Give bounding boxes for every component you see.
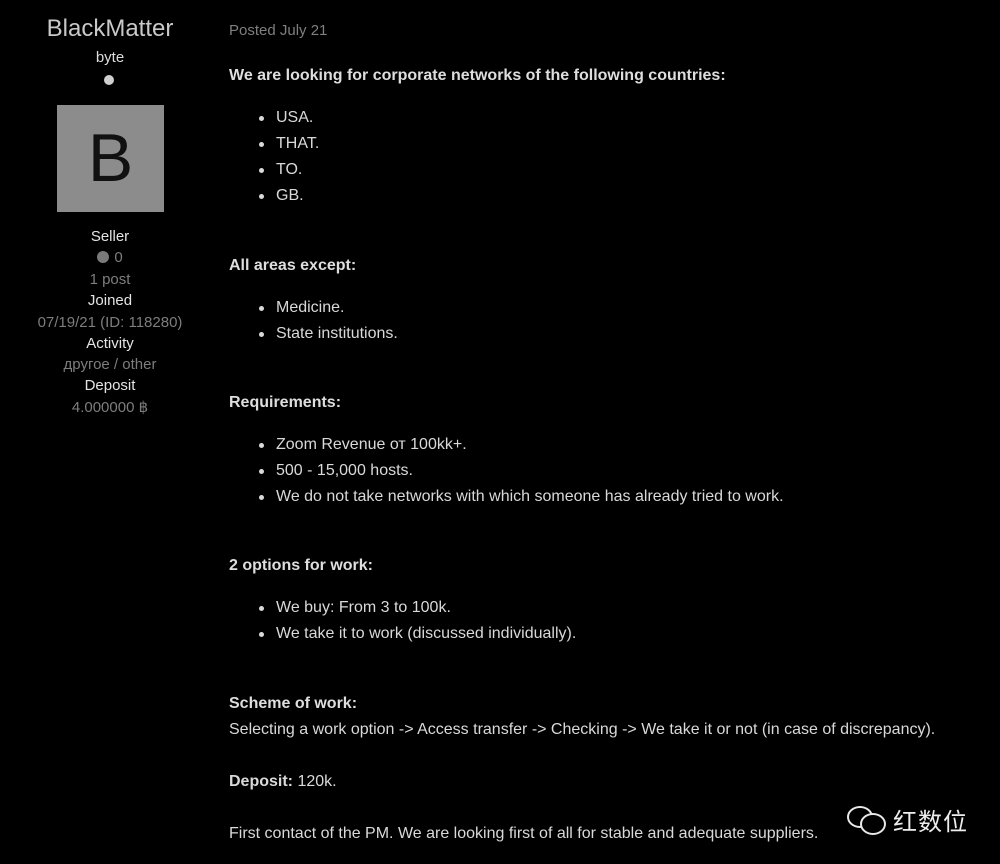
avatar[interactable]: B [57, 105, 164, 212]
options-list: We buy: From 3 to 100k. We take it to wo… [229, 595, 576, 647]
areas-list: Medicine. State institutions. [229, 295, 398, 347]
list-item: We buy: From 3 to 100k. [229, 595, 576, 621]
requirements-heading: Requirements: [229, 394, 342, 411]
watermark-text: 红数位 [893, 808, 968, 836]
scheme-text: Selecting a work option -> Access transf… [229, 721, 936, 738]
author-rank: byte [95, 49, 125, 66]
reputation-icon [97, 251, 110, 263]
activity-value: другое / other [63, 356, 157, 373]
list-item: Medicine. [229, 295, 398, 321]
list-item: TO. [229, 157, 319, 183]
reputation-badge: 0 [0, 249, 220, 267]
list-item: State institutions. [229, 321, 398, 347]
deposit-label: Deposit [84, 377, 136, 394]
deposit-line: Deposit: 120k. [229, 773, 337, 791]
author-post-count: 1 post [89, 271, 131, 288]
options-heading: 2 options for work: [229, 557, 373, 574]
areas-heading: All areas except: [229, 257, 357, 274]
joined-label: Joined [87, 292, 133, 309]
list-item: THAT. [229, 131, 319, 157]
list-item: USA. [229, 105, 319, 131]
deposit-value: 4.000000 ฿ [71, 399, 149, 416]
list-item: Zoom Revenue от 100kk+. [229, 432, 784, 458]
countries-heading: We are looking for corporate networks of… [229, 67, 726, 84]
scheme-heading: Scheme of work: [229, 695, 358, 712]
list-item: 500 - 15,000 hosts. [229, 458, 784, 484]
author-username[interactable]: BlackMatter [0, 15, 220, 43]
author-group: Seller [90, 228, 130, 245]
contact-text: First contact of the PM. We are looking … [229, 825, 819, 842]
activity-label: Activity [86, 335, 134, 352]
post-date[interactable]: Posted July 21 [229, 22, 327, 39]
joined-value: 07/19/21 (ID: 118280) [37, 314, 183, 331]
list-item: GB. [229, 183, 319, 209]
wechat-icon [845, 804, 887, 835]
list-item: We take it to work (discussed individual… [229, 621, 576, 647]
online-status-icon [104, 75, 114, 85]
watermark: 红数位 [845, 802, 968, 836]
deposit-amount: 120k. [293, 773, 337, 790]
reputation-value: 0 [114, 249, 123, 266]
countries-list: USA. THAT. TO. GB. [229, 105, 319, 209]
requirements-list: Zoom Revenue от 100kk+. 500 - 15,000 hos… [229, 432, 784, 510]
deposit-heading: Deposit: [229, 773, 293, 790]
list-item: We do not take networks with which someo… [229, 484, 784, 510]
